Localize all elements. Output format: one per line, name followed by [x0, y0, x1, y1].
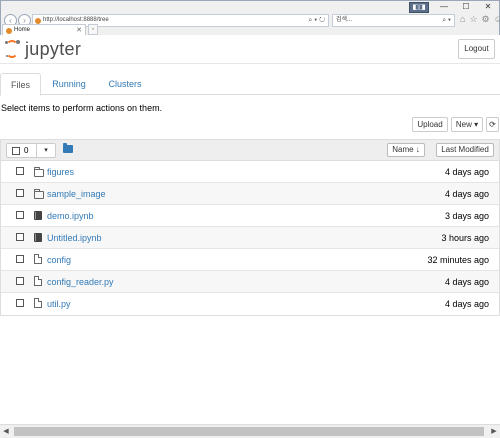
search-icon[interactable]: ⌕ ▾ — [442, 15, 451, 26]
refresh-button[interactable]: ⟳ — [486, 117, 499, 132]
window-controls: ◧◨ — ☐ ✕ — [409, 1, 499, 13]
close-window-button[interactable]: ✕ — [477, 1, 499, 13]
file-name-link[interactable]: config_reader.py — [47, 271, 114, 293]
list-item[interactable]: demo.ipynb 3 days ago — [1, 205, 499, 227]
row-checkbox[interactable] — [16, 189, 24, 197]
browser-search-text: 검색... — [336, 17, 353, 23]
browser-toolbar-icons: ⌂ ☆ ⚙ ☺ — [460, 14, 500, 25]
list-item[interactable]: sample_image 4 days ago — [1, 183, 499, 205]
list-item[interactable]: Untitled.ipynb 3 hours ago — [1, 227, 499, 249]
scroll-right-icon[interactable]: ▶ — [488, 425, 500, 438]
tab-favicon-icon — [6, 28, 12, 34]
row-checkbox[interactable] — [16, 255, 24, 263]
row-checkbox[interactable] — [16, 211, 24, 219]
file-name-link[interactable]: Untitled.ipynb — [47, 227, 102, 249]
horizontal-scrollbar[interactable]: ◀ ▶ — [0, 424, 500, 438]
folder-icon — [34, 189, 44, 199]
list-item[interactable]: config_reader.py 4 days ago — [1, 271, 499, 293]
row-checkbox[interactable] — [16, 167, 24, 175]
notebook-icon — [34, 233, 42, 242]
select-all-control[interactable]: 0 ▾ — [6, 143, 56, 158]
instructions-text: Select items to perform actions on them. — [1, 103, 163, 113]
list-item[interactable]: figures 4 days ago — [1, 161, 499, 183]
notebook-icon — [34, 211, 42, 220]
file-modified: 3 days ago — [444, 211, 489, 221]
file-icon — [34, 298, 42, 308]
notebook-tabs: Files Running Clusters — [0, 73, 500, 96]
scrollbar-thumb[interactable] — [14, 427, 484, 436]
file-name-link[interactable]: util.py — [47, 293, 71, 315]
browser-search-box[interactable]: 검색... ⌕ ▾ — [332, 14, 455, 27]
minimize-button[interactable]: — — [433, 1, 455, 13]
tab-files[interactable]: Files — [0, 73, 41, 96]
file-name-link[interactable]: config — [47, 249, 71, 271]
file-list-header: 0 ▾ Name ↓ Last Modified — [1, 140, 499, 161]
jupyter-logo[interactable]: jupyter — [4, 38, 81, 60]
jupyter-logo-icon — [4, 40, 20, 58]
home-icon[interactable]: ⌂ — [460, 14, 465, 25]
upload-button[interactable]: Upload — [412, 117, 448, 132]
smiley-feedback-icon[interactable]: ☺ — [494, 14, 500, 25]
file-name-link[interactable]: demo.ipynb — [47, 205, 94, 227]
file-modified: 4 days ago — [444, 189, 489, 199]
favorites-star-icon[interactable]: ☆ — [469, 14, 477, 25]
row-checkbox[interactable] — [16, 277, 24, 285]
file-modified: 3 hours ago — [441, 233, 489, 243]
last-modified-sort-button[interactable]: Last Modified — [436, 143, 494, 157]
logout-button[interactable]: Logout — [458, 39, 495, 59]
file-modified: 4 days ago — [444, 299, 489, 309]
maximize-button[interactable]: ☐ — [455, 1, 477, 13]
folder-icon — [34, 167, 44, 177]
new-dropdown-button[interactable]: New ▾ — [451, 117, 483, 132]
folder-home-icon[interactable] — [63, 143, 73, 153]
tab-clusters[interactable]: Clusters — [101, 73, 149, 95]
row-checkbox[interactable] — [16, 299, 24, 307]
file-icon — [34, 276, 42, 286]
list-item[interactable]: util.py 4 days ago — [1, 293, 499, 315]
selected-count: 0 — [24, 146, 29, 155]
address-tools-icon[interactable]: ⌕ ▾ ↻ — [308, 15, 325, 26]
name-sort-button[interactable]: Name ↓ — [387, 143, 425, 157]
row-checkbox[interactable] — [16, 233, 24, 241]
logo-text: jupyter — [25, 38, 82, 59]
browser-tab-title: Home — [14, 27, 31, 33]
file-modified: 4 days ago — [444, 167, 489, 177]
tab-running[interactable]: Running — [46, 73, 92, 95]
list-item[interactable]: config 32 minutes ago — [1, 249, 499, 271]
new-tab-button[interactable]: ▫ — [88, 24, 98, 35]
address-url: http://localhost:8888/tree — [43, 17, 109, 23]
browser-chrome: ◧◨ — ☐ ✕ ‹ › http://localhost:8888/tree … — [0, 0, 500, 36]
file-name-link[interactable]: sample_image — [47, 183, 106, 205]
file-icon — [34, 254, 42, 264]
compat-view-icon[interactable]: ◧◨ — [409, 2, 429, 13]
file-name-link[interactable]: figures — [47, 161, 74, 183]
file-modified: 4 days ago — [444, 277, 489, 287]
select-all-checkbox[interactable] — [12, 146, 20, 155]
settings-gear-icon[interactable]: ⚙ — [482, 14, 490, 25]
jupyter-header: jupyter Logout — [0, 35, 500, 64]
file-modified: 32 minutes ago — [427, 255, 489, 265]
file-list: 0 ▾ Name ↓ Last Modified figures 4 days … — [0, 139, 500, 316]
scroll-left-icon[interactable]: ◀ — [0, 425, 12, 438]
select-dropdown-icon[interactable]: ▾ — [37, 144, 55, 157]
